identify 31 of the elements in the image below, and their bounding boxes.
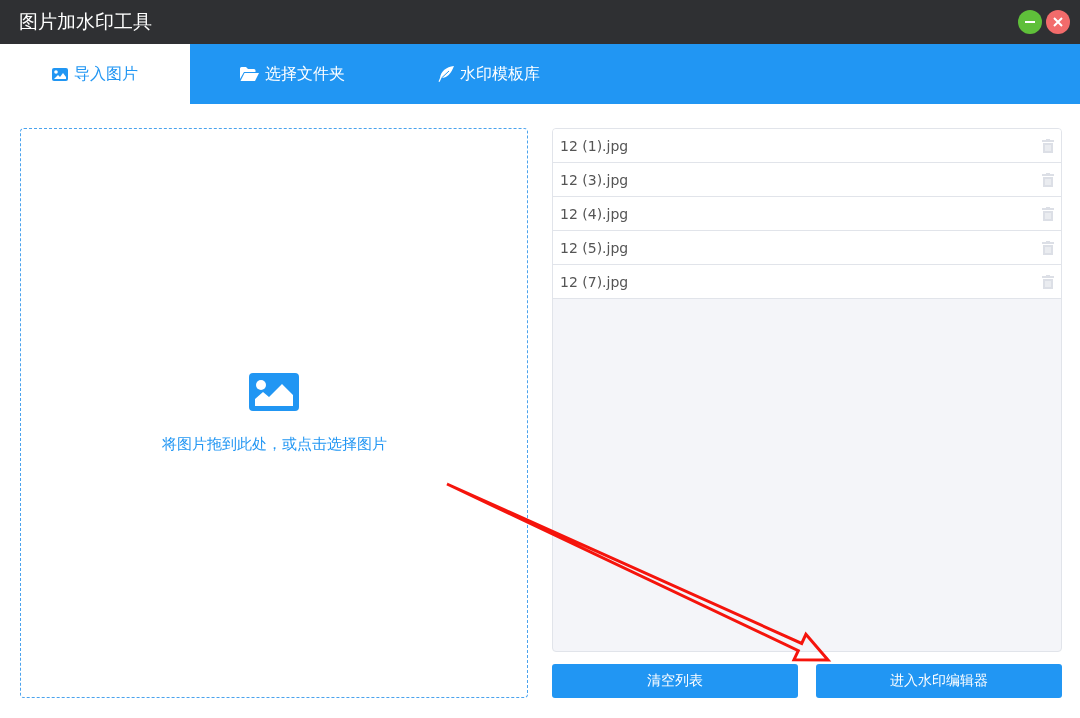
- close-icon: [1053, 17, 1063, 27]
- file-row[interactable]: 12 (3).jpg: [553, 163, 1061, 197]
- file-name: 12 (5).jpg: [560, 239, 629, 256]
- image-icon: [52, 67, 68, 81]
- feather-icon: [438, 66, 454, 82]
- drop-zone[interactable]: 将图片拖到此处，或点击选择图片: [20, 128, 528, 698]
- action-button[interactable]: 进入水印编辑器: [816, 664, 1062, 698]
- minimize-button[interactable]: [1018, 10, 1042, 34]
- minus-icon: [1025, 21, 1035, 23]
- file-row[interactable]: 12 (1).jpg: [553, 129, 1061, 163]
- file-row[interactable]: 12 (4).jpg: [553, 197, 1061, 231]
- tab[interactable]: 选择文件夹: [190, 44, 394, 104]
- file-name: 12 (7).jpg: [560, 273, 629, 290]
- window-title: 图片加水印工具: [19, 9, 152, 34]
- trash-icon[interactable]: [1042, 240, 1054, 255]
- drop-hint: 将图片拖到此处，或点击选择图片: [161, 434, 387, 454]
- file-name: 12 (4).jpg: [560, 205, 629, 222]
- tab[interactable]: 水印模板库: [394, 44, 584, 104]
- trash-icon[interactable]: [1042, 138, 1054, 153]
- file-row[interactable]: 12 (7).jpg: [553, 265, 1061, 299]
- tab[interactable]: 导入图片: [0, 44, 190, 104]
- trash-icon[interactable]: [1042, 206, 1054, 221]
- file-name: 12 (3).jpg: [560, 171, 629, 188]
- file-name: 12 (1).jpg: [560, 137, 629, 154]
- close-button[interactable]: [1046, 10, 1070, 34]
- trash-icon[interactable]: [1042, 172, 1054, 187]
- image-icon: [249, 372, 299, 411]
- trash-icon[interactable]: [1042, 274, 1054, 289]
- folder-icon: [239, 67, 259, 81]
- file-row[interactable]: 12 (5).jpg: [553, 231, 1061, 265]
- action-button[interactable]: 清空列表: [552, 664, 798, 698]
